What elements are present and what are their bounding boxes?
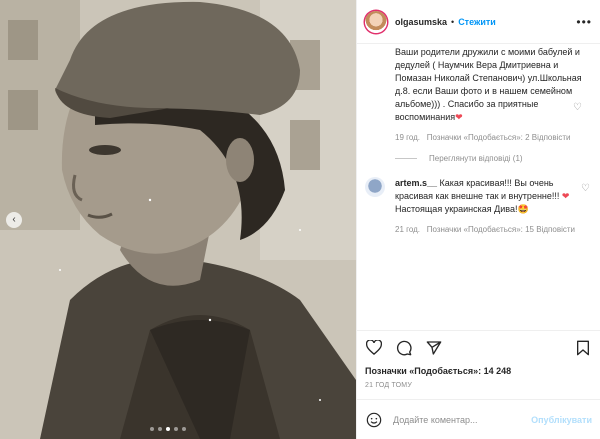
carousel-dot [158, 427, 162, 431]
carousel-dot [150, 427, 154, 431]
comment-text: artem.s__ Какая красивая!!! Вы очень кра… [395, 178, 570, 214]
comment-body: artem.s__ Какая красивая!!! Вы очень кра… [395, 177, 592, 236]
carousel-dots [150, 427, 186, 431]
header-separator: • [451, 16, 455, 27]
more-horizontal-icon[interactable]: ••• [576, 15, 592, 29]
heart-icon[interactable] [365, 339, 383, 357]
comment-meta: 21 год. Позначки «Подобається»: 15 Відпо… [395, 224, 592, 236]
view-replies-label[interactable]: Переглянути відповіді (1) [429, 154, 523, 163]
like-comment-heart-icon[interactable]: ♡ [573, 102, 582, 113]
author-avatar[interactable] [365, 10, 387, 33]
carousel-dot [174, 427, 178, 431]
post-time-ago[interactable]: 21 ГОД ТОМУ [357, 378, 600, 399]
star-struck-emoji-icon: 🤩 [517, 204, 529, 214]
heart-emoji-icon: ❤ [455, 112, 463, 122]
previous-image-arrow-icon[interactable]: ‹ [6, 212, 22, 228]
post-photo[interactable]: ‹ [0, 0, 356, 439]
add-comment-bar: Опублікувати [357, 399, 600, 439]
comments-list[interactable]: Ваши родители дружили с моими бабулей и … [357, 44, 600, 330]
comment-input[interactable] [393, 414, 532, 425]
comment: artem.s__ Какая красивая!!! Вы очень кра… [365, 177, 592, 236]
carousel-dot [182, 427, 186, 431]
post-actions [357, 330, 600, 364]
follow-button[interactable]: Стежити [458, 17, 496, 27]
post-likes-count[interactable]: Позначки «Подобається»: 14 248 [357, 364, 600, 378]
post-header: olgasumska • Стежити ••• [357, 0, 600, 44]
share-direct-icon[interactable] [425, 339, 443, 357]
carousel-dot-active [166, 427, 170, 431]
reply-button[interactable]: Відповісти [532, 133, 571, 142]
view-replies[interactable]: Переглянути відповіді (1) [365, 154, 592, 163]
comment-time: 21 год. [395, 225, 421, 234]
comment-meta: 19 год. Позначки «Подобається»: 2 Відпов… [395, 132, 592, 144]
comment: Ваши родители дружили с моими бабулей и … [365, 46, 592, 144]
comment-likes-count[interactable]: Позначки «Подобається»: 2 [427, 133, 530, 142]
commenter-avatar[interactable] [365, 177, 385, 197]
replies-divider [395, 158, 417, 159]
portrait-image [0, 0, 356, 439]
like-comment-heart-icon[interactable]: ♡ [581, 183, 590, 194]
heart-emoji-icon: ❤ [561, 191, 570, 201]
post-side-panel: olgasumska • Стежити ••• Ваши родители д… [356, 0, 600, 439]
author-username[interactable]: olgasumska [395, 17, 447, 27]
comment-icon[interactable] [395, 339, 413, 357]
bookmark-icon[interactable] [574, 339, 592, 357]
publish-button[interactable]: Опублікувати [531, 415, 592, 425]
commenter-username[interactable]: artem.s__ [395, 178, 437, 188]
emoji-smiley-icon[interactable] [365, 411, 383, 429]
comment-text: Ваши родители дружили с моими бабулей и … [395, 47, 582, 122]
comment-likes-count[interactable]: Позначки «Подобається»: 15 [427, 225, 534, 234]
reply-button[interactable]: Відповісти [536, 225, 575, 234]
comment-time: 19 год. [395, 133, 421, 142]
